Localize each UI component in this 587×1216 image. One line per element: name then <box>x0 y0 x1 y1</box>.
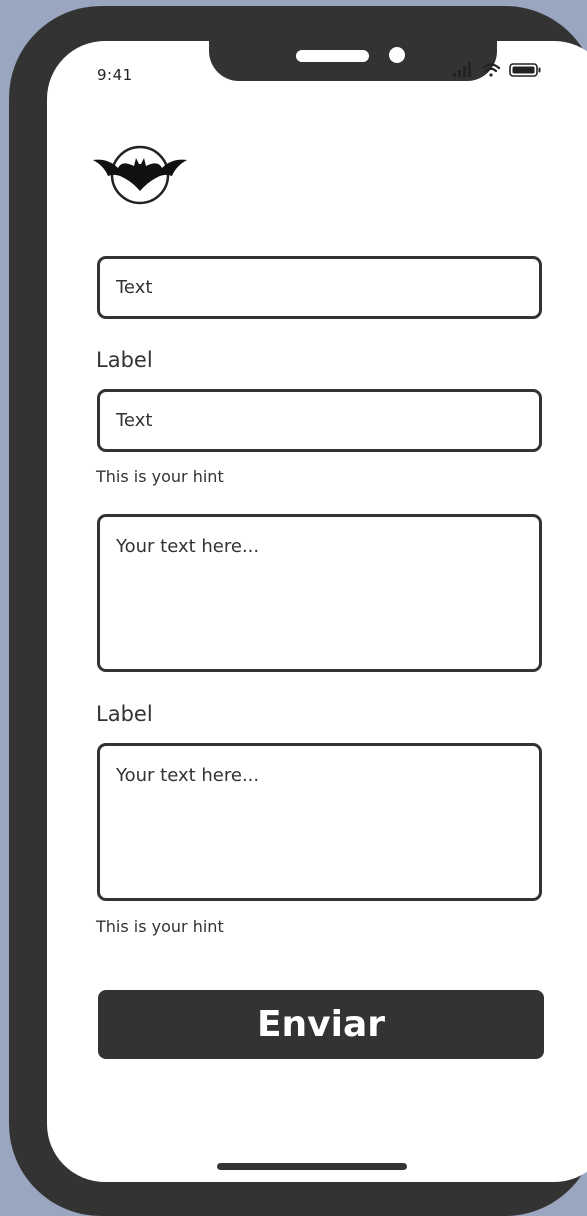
field-label: Label <box>96 348 153 372</box>
text-input-2[interactable]: Text <box>97 389 542 452</box>
cellular-signal-icon <box>453 62 471 77</box>
phone-screen: 9:41 Text Label Text This is your hint Y… <box>47 41 587 1182</box>
field-hint: This is your hint <box>96 467 224 486</box>
textarea-label: Label <box>96 702 153 726</box>
textarea-hint: This is your hint <box>96 917 224 936</box>
status-icons <box>453 62 541 77</box>
bat-logo-icon <box>93 145 187 205</box>
front-camera <box>389 47 405 63</box>
battery-icon <box>509 63 541 77</box>
textarea-2[interactable]: Your text here... <box>97 743 542 901</box>
home-indicator <box>217 1163 407 1170</box>
submit-button[interactable]: Enviar <box>98 990 544 1059</box>
text-input-1[interactable]: Text <box>97 256 542 319</box>
wifi-icon <box>481 63 501 77</box>
speaker-grille <box>296 50 369 62</box>
phone-frame: 9:41 Text Label Text This is your hint Y… <box>9 6 587 1216</box>
textarea-1[interactable]: Your text here... <box>97 514 542 672</box>
status-time: 9:41 <box>97 66 133 84</box>
